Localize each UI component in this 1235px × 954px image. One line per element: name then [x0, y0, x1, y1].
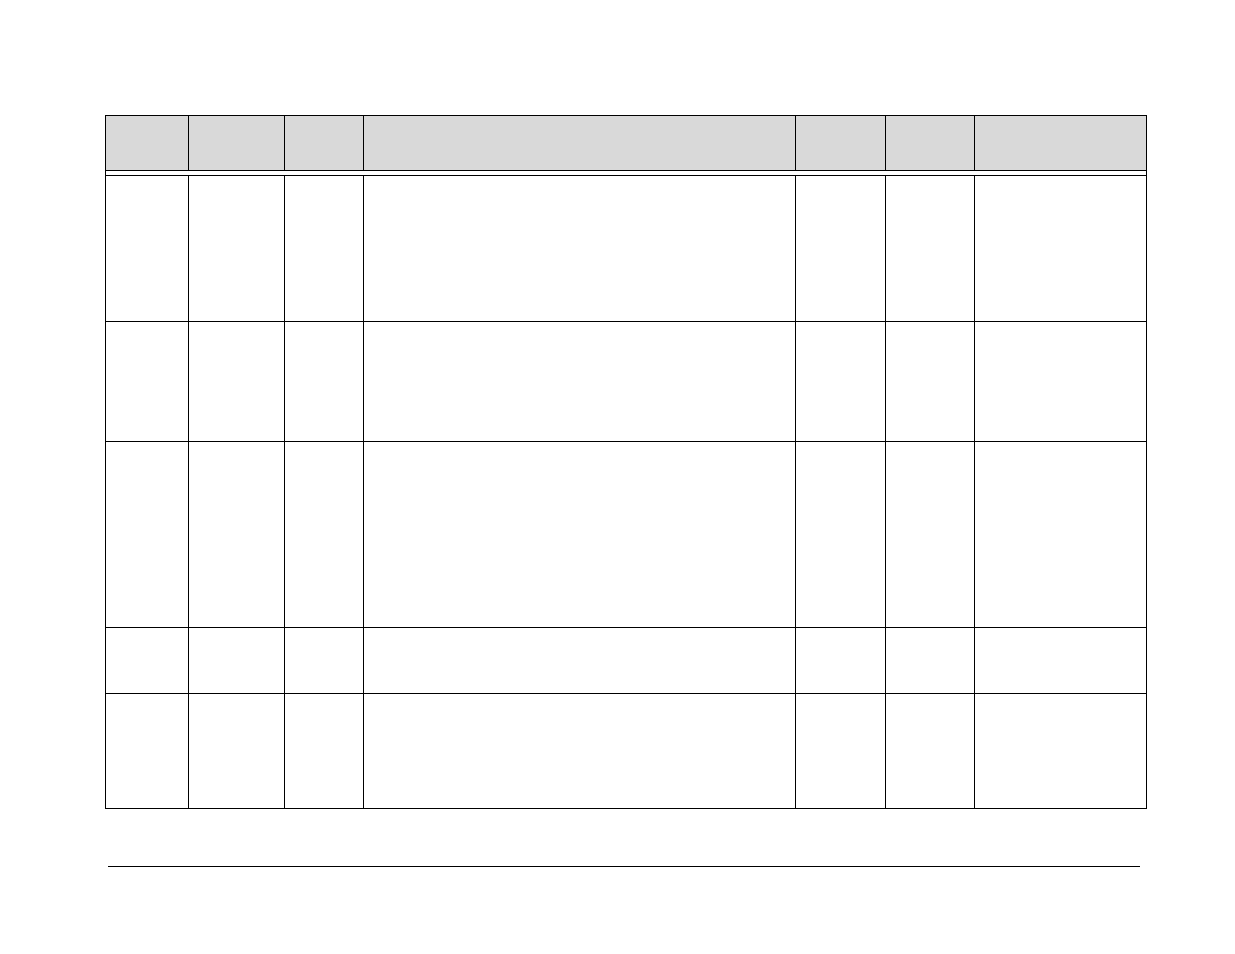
table-cell — [363, 628, 796, 694]
table-cell — [284, 176, 363, 322]
table-cell — [188, 694, 284, 809]
table-cell — [363, 442, 796, 628]
table-cell — [975, 176, 1147, 322]
table-cell — [975, 322, 1147, 442]
table-row — [106, 628, 1147, 694]
table-header-cell — [796, 116, 886, 171]
table-header-row — [106, 116, 1147, 171]
table-header-cell — [363, 116, 796, 171]
table-cell — [106, 694, 189, 809]
table-row — [106, 176, 1147, 322]
table-cell — [796, 442, 886, 628]
table-row — [106, 694, 1147, 809]
table-header-cell — [975, 116, 1147, 171]
table-cell — [886, 176, 975, 322]
table-header-cell — [106, 116, 189, 171]
table-cell — [106, 176, 189, 322]
table-header-cell — [886, 116, 975, 171]
table-row — [106, 322, 1147, 442]
table-cell — [106, 322, 189, 442]
blank-table — [105, 115, 1147, 809]
table-cell — [796, 628, 886, 694]
table-cell — [796, 322, 886, 442]
table-cell — [284, 694, 363, 809]
table-row — [106, 442, 1147, 628]
table-cell — [284, 442, 363, 628]
table-cell — [886, 628, 975, 694]
table-cell — [796, 694, 886, 809]
table-cell — [106, 442, 189, 628]
table-cell — [796, 176, 886, 322]
table-cell — [284, 322, 363, 442]
table-cell — [886, 694, 975, 809]
footer-divider — [108, 866, 1140, 867]
table-cell — [886, 322, 975, 442]
table-cell — [188, 442, 284, 628]
document-table — [105, 115, 1147, 809]
table-cell — [188, 628, 284, 694]
table-cell — [188, 322, 284, 442]
table-cell — [363, 694, 796, 809]
table-cell — [886, 442, 975, 628]
table-header-cell — [284, 116, 363, 171]
table-cell — [188, 176, 284, 322]
table-cell — [106, 628, 189, 694]
table-cell — [363, 176, 796, 322]
table-cell — [363, 322, 796, 442]
table-cell — [975, 628, 1147, 694]
table-cell — [284, 628, 363, 694]
table-cell — [975, 694, 1147, 809]
table-header-cell — [188, 116, 284, 171]
table-cell — [975, 442, 1147, 628]
